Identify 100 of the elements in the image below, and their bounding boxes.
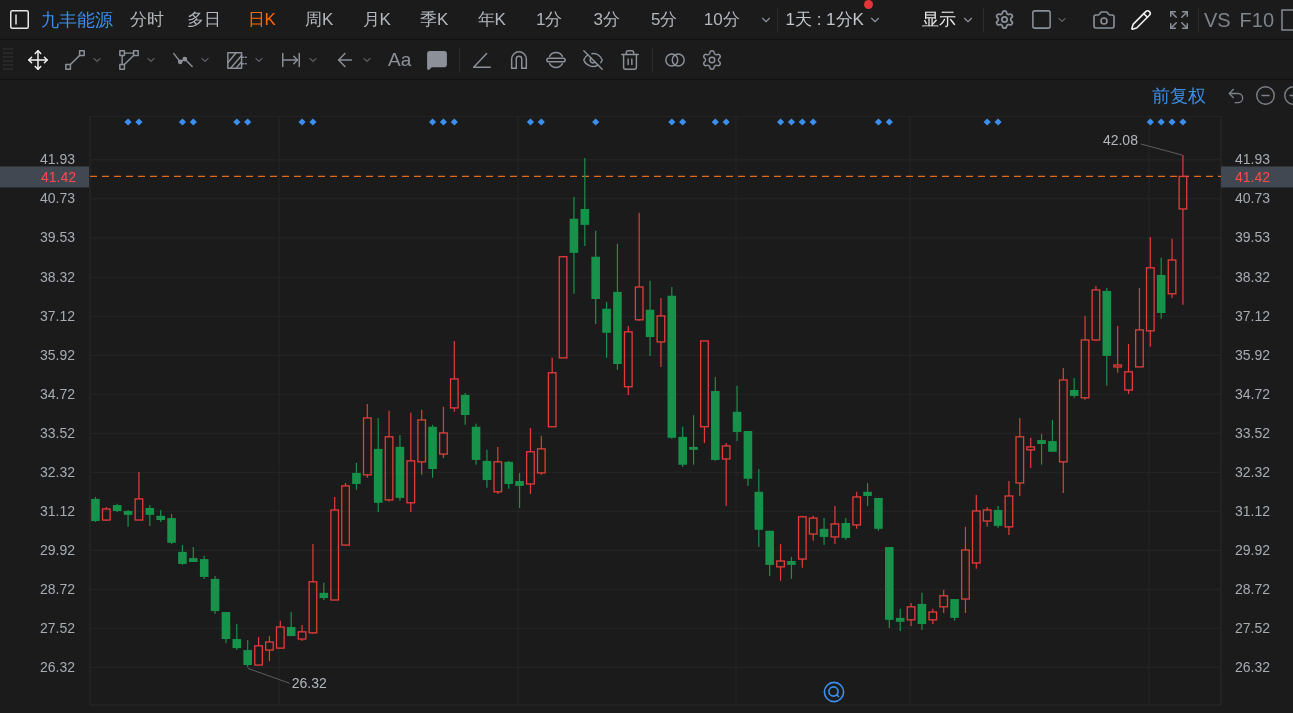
settings-icon[interactable]	[993, 9, 1015, 30]
event-marker-icon[interactable]	[722, 118, 730, 126]
candlestick	[254, 636, 263, 666]
leader-line	[247, 667, 291, 684]
price-axis-label: 33.52	[1235, 424, 1271, 441]
period-tab[interactable]: 多日	[175, 0, 233, 39]
event-marker-icon[interactable]	[135, 118, 143, 126]
text-tool-button[interactable]: Aa	[384, 44, 416, 75]
price-axis-label: 27.52	[39, 619, 75, 636]
event-marker-icon[interactable]	[983, 118, 991, 126]
event-marker-icon[interactable]	[994, 118, 1002, 126]
price-adjustment-toggle[interactable]: 前复权	[1152, 86, 1206, 105]
price-axis-label: 41.93	[1235, 151, 1271, 168]
event-marker-icon[interactable]	[679, 118, 687, 126]
candlestick	[721, 442, 731, 507]
price-axis-label: 31.12	[39, 502, 75, 519]
period-tab[interactable]: 3分	[578, 0, 636, 39]
price-axis-label: 41.93	[39, 151, 75, 168]
candlestick	[776, 543, 785, 582]
event-marker-icon[interactable]	[537, 118, 545, 126]
event-marker-icon[interactable]	[809, 118, 817, 126]
event-marker-icon[interactable]	[711, 118, 719, 126]
period-tab[interactable]: 5分	[635, 0, 693, 39]
period-tab[interactable]: 月K	[348, 0, 406, 39]
compare-button[interactable]: VS	[1203, 9, 1231, 30]
candlestick	[515, 472, 524, 509]
event-marker-icon[interactable]	[874, 118, 883, 126]
polygon-icon	[118, 48, 140, 71]
candlestick	[439, 406, 448, 459]
pencil-icon[interactable]	[1129, 8, 1152, 31]
price-axis-label: 26.32	[39, 658, 75, 675]
event-marker-icon[interactable]	[178, 118, 187, 126]
candlestick	[243, 639, 252, 668]
price-axis-label: 28.72	[1235, 580, 1271, 597]
candlestick	[743, 430, 753, 487]
high-price-label: 42.08	[1102, 132, 1138, 148]
price-axis-label: 39.53	[1235, 229, 1271, 246]
event-marker-icon[interactable]	[233, 118, 241, 126]
candlestick	[874, 497, 883, 532]
price-axis-label: 37.12	[39, 307, 75, 324]
eye-off-icon	[582, 48, 605, 71]
candlestick	[167, 513, 176, 545]
price-axis-label: 37.12	[1235, 307, 1271, 324]
period-tab[interactable]: 日K	[233, 0, 291, 39]
event-marker-icon[interactable]	[428, 118, 437, 126]
period-tab[interactable]: 1分	[520, 0, 578, 39]
price-axis-label: 33.52	[39, 424, 75, 441]
stock-name: 九丰能源	[41, 10, 113, 29]
event-marker-icon[interactable]	[668, 118, 676, 126]
leader-line	[1140, 143, 1183, 156]
candlestick	[232, 623, 242, 651]
price-axis-label: 38.32	[1235, 268, 1271, 285]
event-marker-icon[interactable]	[798, 118, 806, 126]
interval-dropdown[interactable]: 1天 : 1分K	[785, 0, 882, 39]
event-marker-icon[interactable]	[787, 118, 796, 126]
speech-bubble-icon	[426, 48, 449, 71]
panel-toggle-icon[interactable]	[10, 10, 29, 29]
price-axis-label: 29.92	[1235, 541, 1271, 558]
last-price-tag: 41.42	[0, 166, 89, 188]
period-tab[interactable]: 10分	[693, 0, 751, 39]
period-tab[interactable]: 分时	[118, 0, 176, 39]
price-axis-label: 27.52	[1235, 619, 1271, 636]
display-menu[interactable]: 显示	[921, 0, 975, 39]
event-marker-icon[interactable]	[439, 118, 448, 126]
event-marker-icon[interactable]	[1168, 118, 1176, 126]
period-tab[interactable]: 周K	[290, 0, 348, 39]
price-axis-label: 35.92	[39, 346, 75, 363]
event-marker-icon[interactable]	[1157, 118, 1165, 126]
square-icon	[1029, 8, 1053, 31]
candlestick	[221, 611, 231, 644]
event-marker-icon[interactable]	[885, 118, 893, 126]
event-marker-icon[interactable]	[309, 118, 317, 126]
event-marker-icon[interactable]	[189, 118, 197, 126]
price-axis-label: 29.92	[39, 541, 75, 558]
period-tab[interactable]: 季K	[405, 0, 463, 39]
event-marker-icon[interactable]	[776, 118, 785, 126]
price-axis-label: 40.73	[39, 190, 75, 207]
candlestick	[950, 598, 959, 622]
event-marker-icon[interactable]	[1179, 118, 1187, 126]
event-marker-icon[interactable]	[244, 118, 252, 126]
compare-button[interactable]: F10	[1239, 9, 1275, 30]
candlestick	[471, 423, 481, 466]
event-marker-icon[interactable]	[124, 118, 132, 126]
square-dropdown-button[interactable]	[1029, 8, 1068, 31]
event-marker-icon[interactable]	[1146, 118, 1154, 126]
candlestick	[689, 414, 698, 466]
move-arrows-icon	[27, 48, 49, 71]
circled-q-icon[interactable]	[823, 681, 845, 703]
event-marker-icon[interactable]	[526, 118, 535, 126]
price-axis-label: 32.32	[39, 463, 75, 480]
event-marker-icon[interactable]	[450, 118, 458, 126]
settings-icon	[701, 48, 724, 71]
minus-circle-icon[interactable]	[1255, 85, 1276, 106]
event-marker-icon[interactable]	[298, 118, 306, 126]
expand-icon[interactable]	[1167, 8, 1190, 31]
period-tab[interactable]: 年K	[463, 0, 521, 39]
candlestick	[275, 620, 285, 649]
price-axis-label: 31.12	[1235, 502, 1271, 519]
price-axis-label: 34.72	[39, 385, 75, 402]
event-marker-icon[interactable]	[592, 118, 600, 126]
